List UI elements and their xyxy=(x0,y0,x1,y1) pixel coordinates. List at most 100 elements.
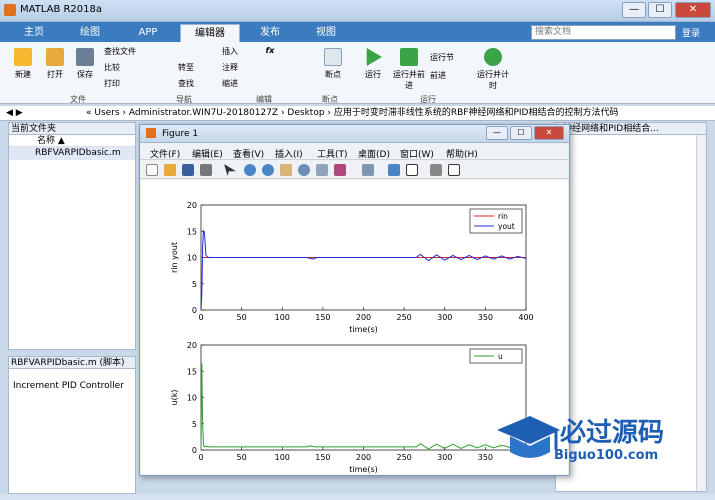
watermark-text: 必过源码 xyxy=(560,418,665,448)
open-file-icon[interactable] xyxy=(164,164,176,176)
minimize-button[interactable]: — xyxy=(622,2,646,18)
tab-home[interactable]: 主页 xyxy=(8,24,60,42)
folder-path[interactable]: « Users › Administrator.WIN7U-20180127Z … xyxy=(86,106,618,120)
data-cursor-icon[interactable] xyxy=(316,164,328,176)
find-button[interactable]: 查找 xyxy=(178,78,218,89)
open-label: 打开 xyxy=(47,70,63,79)
pointer-icon[interactable] xyxy=(224,164,236,176)
run-time-label: 运行并计时 xyxy=(477,70,509,90)
open-button[interactable]: 打开 xyxy=(40,48,70,80)
figure-minimize-button[interactable]: — xyxy=(486,126,508,140)
menu-window[interactable]: 窗口(W) xyxy=(400,147,434,160)
zoom-in-icon[interactable] xyxy=(244,164,256,176)
save-icon xyxy=(76,48,94,66)
details-panel: RBFVARPIDbasic.m (脚本) Increment PID Cont… xyxy=(8,356,136,494)
current-folder-header: 当前文件夹 xyxy=(9,123,135,135)
x-tick-label: 350 xyxy=(478,313,493,322)
tab-apps[interactable]: APP xyxy=(122,24,174,42)
run-advance-label: 运行并前进 xyxy=(393,70,425,90)
close-button[interactable]: ✕ xyxy=(675,2,711,18)
ribbon-tab-bar: 主页 绘图 APP 编辑器 发布 视图 搜索文档 登录 xyxy=(0,22,715,42)
breakpoint-icon xyxy=(324,48,342,66)
new-button[interactable]: 新建 xyxy=(8,48,38,80)
indent-button[interactable]: 缩进 xyxy=(222,78,252,89)
brush-icon[interactable] xyxy=(334,164,346,176)
show-plot-tools-icon[interactable] xyxy=(448,164,460,176)
window-title: MATLAB R2018a xyxy=(20,4,103,15)
x-tick-label: 50 xyxy=(237,313,247,322)
tab-publish[interactable]: 发布 xyxy=(244,24,296,42)
print-button[interactable]: 打印 xyxy=(104,78,154,89)
run-button[interactable]: 运行 xyxy=(358,48,388,80)
maximize-button[interactable]: ☐ xyxy=(648,2,672,18)
address-bar[interactable]: ◀ ▶ « Users › Administrator.WIN7U-201801… xyxy=(0,106,715,121)
zoom-out-icon[interactable] xyxy=(262,164,274,176)
status-bar xyxy=(0,494,715,500)
x-tick-label: 400 xyxy=(518,313,533,322)
tab-view[interactable]: 视图 xyxy=(300,24,352,42)
new-figure-icon[interactable] xyxy=(146,164,158,176)
menu-file[interactable]: 文件(F) xyxy=(150,147,180,160)
menu-edit[interactable]: 编辑(E) xyxy=(192,147,223,160)
figure-close-button[interactable]: ✕ xyxy=(534,126,564,140)
y-axis-label: u(k) xyxy=(170,390,179,406)
y-tick-label: 15 xyxy=(187,227,197,236)
run-advance-button[interactable]: 运行并前进 xyxy=(392,48,426,91)
group-label-run: 运行 xyxy=(420,95,436,104)
breakpoint-label: 断点 xyxy=(325,70,341,79)
run-label: 运行 xyxy=(365,70,381,79)
x-tick-label: 200 xyxy=(356,313,371,322)
x-tick-label: 250 xyxy=(396,313,411,322)
x-axis-label: time(s) xyxy=(349,465,377,474)
insert-button[interactable]: 插入 xyxy=(222,46,252,57)
tab-editor[interactable]: 编辑器 xyxy=(180,24,240,42)
hide-plot-tools-icon[interactable] xyxy=(430,164,442,176)
menu-view[interactable]: 查看(V) xyxy=(233,147,264,160)
rotate-icon[interactable] xyxy=(298,164,310,176)
back-icon[interactable]: ◀ ▶ xyxy=(6,106,23,120)
colorbar-icon[interactable] xyxy=(388,164,400,176)
figure-maximize-button[interactable]: ☐ xyxy=(510,126,532,140)
search-input[interactable]: 搜索文档 xyxy=(531,25,676,40)
compare-button[interactable]: 比较 xyxy=(104,62,154,73)
x-tick-label: 100 xyxy=(275,313,290,322)
pan-icon[interactable] xyxy=(280,164,292,176)
fx-button[interactable]: fx xyxy=(262,46,278,55)
name-column-header[interactable]: 名称 ▲ xyxy=(9,135,135,147)
figure-title-bar: Figure 1 — ☐ ✕ xyxy=(140,125,569,143)
find-files-button[interactable]: 查找文件 xyxy=(104,46,154,57)
details-text: Increment PID Controller xyxy=(13,381,124,391)
current-folder-panel: 当前文件夹 名称 ▲ RBFVARPIDbasic.m xyxy=(8,122,136,350)
menu-tools[interactable]: 工具(T) xyxy=(317,147,348,160)
link-plot-icon[interactable] xyxy=(362,164,374,176)
y-tick-label: 5 xyxy=(192,420,197,429)
x-tick-label: 50 xyxy=(237,453,247,462)
matlab-logo-icon xyxy=(4,4,16,16)
ribbon-toolbar: 新建 打开 保存 查找文件 比较 打印 转至 查找 插入 注释 缩进 fx 断点… xyxy=(0,42,715,104)
run-section-button[interactable]: 运行节 xyxy=(430,52,474,63)
goto-button[interactable]: 转至 xyxy=(178,62,218,73)
tab-plots[interactable]: 绘图 xyxy=(64,24,116,42)
print-icon[interactable] xyxy=(200,164,212,176)
breakpoints-button[interactable]: 断点 xyxy=(318,48,348,80)
run-and-time-button[interactable]: 运行并计时 xyxy=(476,48,510,91)
advance-button[interactable]: 前进 xyxy=(430,70,474,81)
legend-label-rin: rin xyxy=(498,212,508,221)
y-tick-label: 15 xyxy=(187,367,197,376)
menu-desktop[interactable]: 桌面(D) xyxy=(358,147,390,160)
file-list-item[interactable]: RBFVARPIDbasic.m xyxy=(9,147,135,160)
x-tick-label: 300 xyxy=(437,453,452,462)
save-figure-icon[interactable] xyxy=(182,164,194,176)
save-button[interactable]: 保存 xyxy=(70,48,100,80)
x-tick-label: 150 xyxy=(315,453,330,462)
menu-help[interactable]: 帮助(H) xyxy=(446,147,478,160)
menu-insert[interactable]: 插入(I) xyxy=(275,147,303,160)
figure-toolbar xyxy=(140,161,569,179)
editor-tab-label[interactable]: F神经网络和PID相结合... xyxy=(556,123,706,135)
login-link[interactable]: 登录 xyxy=(682,26,700,39)
legend-icon[interactable] xyxy=(406,164,418,176)
comment-button[interactable]: 注释 xyxy=(222,62,252,73)
x-tick-label: 150 xyxy=(315,313,330,322)
folder-icon xyxy=(46,48,64,66)
title-bar: MATLAB R2018a — ☐ ✕ xyxy=(0,0,715,22)
